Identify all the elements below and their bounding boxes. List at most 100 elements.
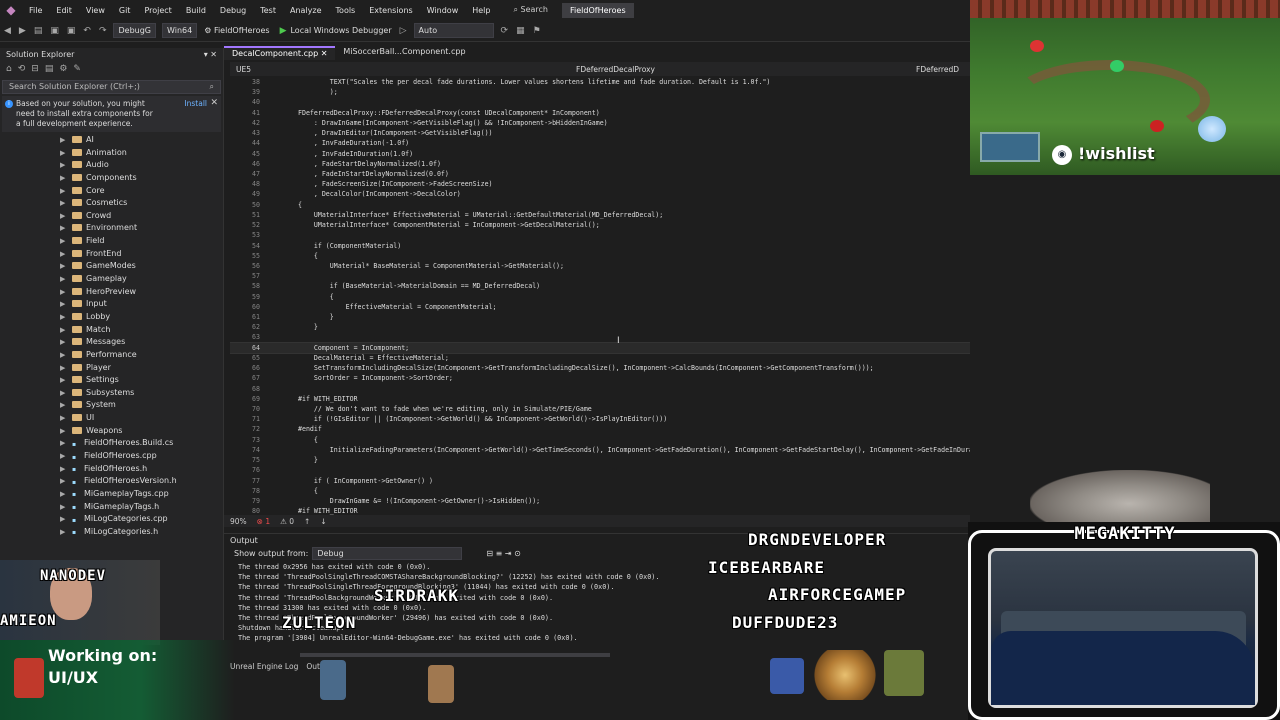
menu-item-build[interactable]: Build	[179, 6, 213, 15]
code-line[interactable]: 67 SortOrder = InComponent->SortOrder;	[230, 373, 970, 383]
scope-dropdown[interactable]: FDeferredDecalProxy	[570, 65, 910, 74]
tab-decalcomponent[interactable]: DecalComponent.cpp ✕	[224, 46, 336, 60]
code-line[interactable]: 40	[230, 97, 970, 107]
expand-arrow-icon[interactable]: ▶	[60, 197, 65, 210]
code-line[interactable]: 74 InitializeFadingParameters(InComponen…	[230, 445, 970, 455]
expand-arrow-icon[interactable]: ▶	[60, 210, 65, 223]
expand-arrow-icon[interactable]: ▶	[60, 172, 65, 185]
expand-arrow-icon[interactable]: ▶	[60, 387, 65, 400]
menu-item-extensions[interactable]: Extensions	[362, 6, 419, 15]
tree-folder[interactable]: ▶ HeroPreview	[0, 286, 223, 299]
warning-count[interactable]: ⚠ 0	[280, 517, 294, 526]
tree-folder[interactable]: ▶ GameModes	[0, 260, 223, 273]
expand-arrow-icon[interactable]: ▶	[60, 425, 65, 438]
menu-item-help[interactable]: Help	[465, 6, 497, 15]
expand-arrow-icon[interactable]: ▶	[60, 374, 65, 387]
expand-arrow-icon[interactable]: ▶	[60, 235, 65, 248]
tree-folder[interactable]: ▶ Cosmetics	[0, 197, 223, 210]
wrench-icon[interactable]: ✎	[73, 64, 81, 76]
local-debugger-button[interactable]: Local Windows Debugger	[286, 26, 395, 35]
show-all-icon[interactable]: ▤	[45, 64, 54, 76]
code-line[interactable]: 45 , InvFadeInDuration(1.0f)	[230, 149, 970, 159]
close-notice-icon[interactable]: ✕	[210, 98, 218, 108]
refresh-icon[interactable]: ⟳	[497, 26, 513, 36]
tree-folder[interactable]: ▶ Components	[0, 172, 223, 185]
tree-folder[interactable]: ▶ AI	[0, 134, 223, 147]
code-line[interactable]: 54 if (ComponentMaterial)	[230, 241, 970, 251]
tree-folder[interactable]: ▶ Field	[0, 235, 223, 248]
forward-icon[interactable]: ▶	[15, 26, 30, 36]
code-line[interactable]: 42 : DrawInGame(InComponent->GetVisibleF…	[230, 118, 970, 128]
tree-folder[interactable]: ▶ Environment	[0, 222, 223, 235]
clear-output-icon[interactable]: ⊟ ≡ ⇥ ⊙	[486, 549, 520, 558]
tree-file[interactable]: ▶ ▪ FieldOfHeroes.cpp	[0, 450, 223, 463]
tree-folder[interactable]: ▶ Crowd	[0, 210, 223, 223]
expand-arrow-icon[interactable]: ▶	[60, 450, 65, 463]
menu-item-file[interactable]: File	[22, 6, 49, 15]
nav-up-icon[interactable]: ↑	[304, 517, 310, 526]
install-link[interactable]: Install	[184, 99, 207, 109]
code-line[interactable]: 53	[230, 230, 970, 240]
code-line[interactable]: 78 {	[230, 486, 970, 496]
tab-unreal-engine-log[interactable]: Unreal Engine Log	[230, 662, 298, 671]
code-line[interactable]: 47 , FadeInStartDelayNormalized(0.0f)	[230, 169, 970, 179]
output-scrollbar[interactable]	[300, 653, 610, 657]
code-line[interactable]: 79 DrawInGame &= !(InComponent->GetOwner…	[230, 496, 970, 506]
expand-arrow-icon[interactable]: ▶	[60, 134, 65, 147]
expand-arrow-icon[interactable]: ▶	[60, 501, 65, 514]
start-debugging-icon[interactable]: ▶	[280, 26, 287, 36]
expand-arrow-icon[interactable]: ▶	[60, 260, 65, 273]
member-dropdown[interactable]: FDeferredD	[910, 65, 965, 74]
sync-icon[interactable]: ⟲	[18, 64, 26, 76]
platform-select[interactable]: Win64	[162, 23, 198, 38]
code-line[interactable]: 56 UMaterial* BaseMaterial = ComponentMa…	[230, 261, 970, 271]
expand-arrow-icon[interactable]: ▶	[60, 488, 65, 501]
new-file-icon[interactable]: ▤	[30, 26, 47, 36]
configuration-select[interactable]: DebugG	[113, 23, 156, 38]
tree-file[interactable]: ▶ ▪ MiGameplayTags.cpp	[0, 488, 223, 501]
code-line[interactable]: 59 {	[230, 292, 970, 302]
menu-item-debug[interactable]: Debug	[213, 6, 253, 15]
startup-project-select[interactable]: ⚙ FieldOfHeroes	[200, 26, 273, 35]
tree-folder[interactable]: ▶ FrontEnd	[0, 248, 223, 261]
tree-folder[interactable]: ▶ System	[0, 399, 223, 412]
tree-file[interactable]: ▶ ▪ FieldOfHeroes.h	[0, 463, 223, 476]
tree-folder[interactable]: ▶ Input	[0, 298, 223, 311]
code-line[interactable]: 44 , InvFadeDuration(-1.0f)	[230, 138, 970, 148]
tree-folder[interactable]: ▶ Match	[0, 324, 223, 337]
solution-search-input[interactable]: Search Solution Explorer (Ctrl+;) ⌕	[2, 80, 221, 94]
search-menu[interactable]: ⌕ Search	[507, 5, 554, 15]
code-line[interactable]: 64 Component = InComponent;	[230, 341, 970, 354]
code-line[interactable]: 38 TEXT("Scales the per decal fade durat…	[230, 77, 970, 87]
tree-folder[interactable]: ▶ Lobby	[0, 311, 223, 324]
menu-item-git[interactable]: Git	[112, 6, 138, 15]
expand-arrow-icon[interactable]: ▶	[60, 222, 65, 235]
tree-file[interactable]: ▶ ▪ MiGameplayTags.h	[0, 501, 223, 514]
code-line[interactable]: 73 {	[230, 435, 970, 445]
tree-folder[interactable]: ▶ Performance	[0, 349, 223, 362]
expand-arrow-icon[interactable]: ▶	[60, 412, 65, 425]
code-line[interactable]: 58 if (BaseMaterial->MaterialDomain == M…	[230, 281, 970, 291]
code-line[interactable]: 65 DecalMaterial = EffectiveMaterial;	[230, 353, 970, 363]
expand-arrow-icon[interactable]: ▶	[60, 159, 65, 172]
expand-arrow-icon[interactable]: ▶	[60, 349, 65, 362]
code-line[interactable]: 70 // We don't want to fade when we're e…	[230, 404, 970, 414]
code-line[interactable]: 39 );	[230, 87, 970, 97]
tree-folder[interactable]: ▶ Subsystems	[0, 387, 223, 400]
project-dropdown[interactable]: UE5	[230, 65, 570, 74]
expand-arrow-icon[interactable]: ▶	[60, 513, 65, 526]
code-line[interactable]: 66 SetTransformIncludingDecalSize(InComp…	[230, 363, 970, 373]
home-icon[interactable]: ⌂	[6, 64, 12, 76]
menu-item-tools[interactable]: Tools	[329, 6, 363, 15]
code-line[interactable]: 46 , FadeStartDelayNormalized(1.0f)	[230, 159, 970, 169]
menu-item-view[interactable]: View	[79, 6, 112, 15]
tree-folder[interactable]: ▶ Gameplay	[0, 273, 223, 286]
tree-folder[interactable]: ▶ Player	[0, 362, 223, 375]
code-line[interactable]: 62 }	[230, 322, 970, 332]
tree-folder[interactable]: ▶ Weapons	[0, 425, 223, 438]
expand-arrow-icon[interactable]: ▶	[60, 336, 65, 349]
redo-icon[interactable]: ↷	[95, 26, 111, 36]
code-line[interactable]: 51 UMaterialInterface* EffectiveMaterial…	[230, 210, 970, 220]
expand-arrow-icon[interactable]: ▶	[60, 526, 65, 539]
menu-item-project[interactable]: Project	[137, 6, 178, 15]
